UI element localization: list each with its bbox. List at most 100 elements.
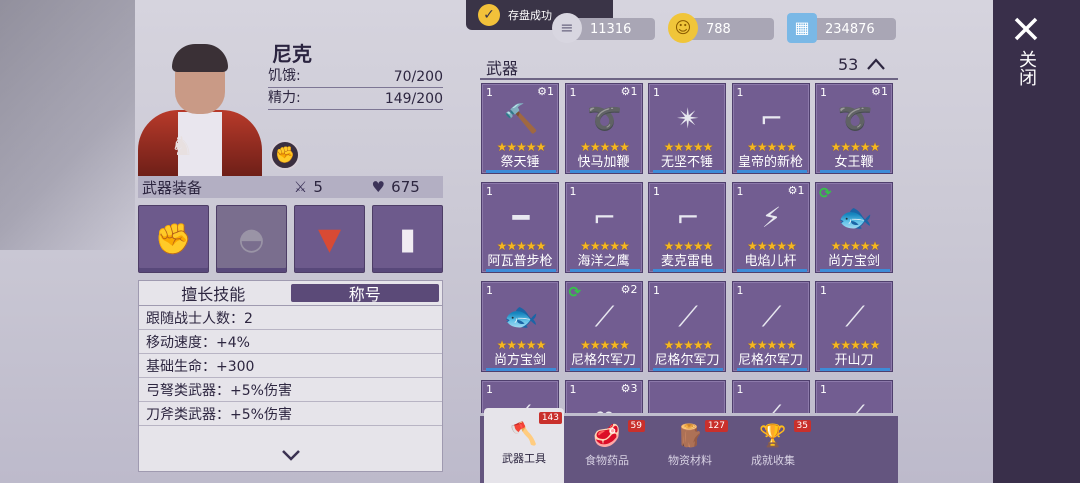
durability-bar [736,368,807,371]
fist-skill-icon[interactable]: ✊ [270,140,300,170]
durability-bar [486,269,556,272]
inventory-item[interactable]: 1 ⚙1 ⚡ ★★★★★ 电焰儿杆 [731,182,810,273]
durability-bar [653,368,723,371]
toast-text: 存盘成功 [508,9,552,22]
kukri-icon: ⟋ [678,300,698,333]
currency-value: 788 [706,21,731,37]
count-badge: 127 [704,420,728,432]
item-name: 女王鞭 [834,155,874,170]
inventory-item[interactable]: ⌄ [648,380,726,413]
item-name: 无坚不锤 [660,155,713,170]
inventory-item[interactable]: 1 ⟋ ★★★★★ 尼格尔军刀 [731,281,810,372]
item-name: 皇帝的新枪 [737,155,803,170]
skill-line: 弓弩类武器：+5%伤害 [139,378,442,402]
equipment-title: 武器装备 [142,178,203,197]
inventory-item[interactable]: 1 ⌐ ★★★★★ 麦克雷电 [648,182,726,273]
item-name: 尼格尔军刀 [654,353,720,368]
item-quantity: 1 [736,284,744,297]
item-quantity: 1 [820,284,827,297]
inventory-item[interactable]: 1 ━ ★★★★★ 阿瓦普步枪 [481,182,559,273]
item-gear-count: 1 [630,85,638,98]
inventory-item[interactable]: ⟳ 🐟 ★★★★★ 尚方宝剑 [815,182,893,273]
tab-label: 物资材料 [668,454,712,467]
inventory-item[interactable]: 1 ⚙3 ∞ [564,380,643,413]
rifle-icon: ━ [512,201,530,234]
item-quantity: 1 [569,86,577,99]
kukri-icon: ⟋ [594,300,615,333]
item-name: 祭天锤 [500,155,540,170]
coat-icon: ▼ [317,221,342,257]
chain-icon: ∞ [576,397,634,413]
inventory-item[interactable]: 1 ⚙1 ➰ ★★★★★ 女王鞭 [815,83,893,174]
skill-line: 基础生命：+300 [139,354,442,378]
gear-icon: ⚙2 [620,283,638,296]
item-quantity: 1 [820,86,827,99]
category-tab[interactable]: 🪓 武器工具 143 [484,408,564,483]
close-label[interactable]: 关闭 [1015,50,1039,86]
durability-bar [653,269,723,272]
inventory-item[interactable]: 1⟋ [731,380,810,413]
equip-slot-coat[interactable]: ▼ [294,205,365,273]
blaster-icon: ⚡ [761,201,782,234]
durability-bar [820,170,890,173]
category-tab[interactable]: 🥩 食物药品 59 [567,416,647,483]
close-icon[interactable] [1013,16,1039,42]
tab-label: 成就收集 [751,454,795,467]
axe-icon: 🪓 [510,422,538,447]
item-name: 电焰儿杆 [744,254,797,269]
item-quantity: 1 [820,383,827,396]
count-badge: 35 [793,420,811,432]
durability-bar [736,269,807,272]
sword-icon: ⚔ [293,178,308,196]
tab-titles[interactable]: 称号 [290,284,439,304]
inventory-item[interactable]: 1 ⌐ ★★★★★ 皇帝的新枪 [731,83,810,174]
equip-slot-cap[interactable]: ◓ [216,205,287,273]
inventory-item[interactable]: 1 ⟋ ★★★★★ 开山刀 [815,281,893,372]
item-quantity: 1 [569,185,577,198]
gear-icon: ⚙3 [620,382,638,395]
item-quantity: 1 [486,284,493,297]
chevron-down-icon: ⌄ [659,397,717,413]
inventory-count: 53 [838,55,859,74]
inventory-item[interactable]: 1 ⌐ ★★★★★ 海洋之鹰 [564,182,643,273]
inventory-item[interactable]: 1 ⚙1 🔨 ★★★★★ 祭天锤 [481,83,559,174]
inventory-item[interactable]: 1 🐟 ★★★★★ 尚方宝剑 [481,281,559,372]
whip-icon: ➰ [837,102,873,135]
item-quantity: 1 [653,86,660,99]
equip-slot-pants[interactable]: ▮ [372,205,443,273]
item-quantity: 1 [486,185,493,198]
inventory-item[interactable]: 1⟋ [815,380,893,413]
item-quantity: 1 [736,383,744,396]
revolver-icon: ⌐ [676,201,700,234]
item-quantity: 1 [653,284,660,297]
health-value: 675 [391,178,420,196]
durability-bar [569,170,640,173]
category-tab[interactable]: 🏆 成就收集 35 [733,416,813,483]
inventory-divider [480,78,898,80]
fish-sword-icon: 🐟 [503,300,539,333]
character-name: 尼克 [272,42,312,66]
inventory-item[interactable]: 1 ⟋ ★★★★★ 尼格尔军刀 [648,281,726,372]
whip-icon: ➰ [587,102,622,135]
tab-skills[interactable]: 擅长技能 [139,281,288,305]
item-gear-count: 1 [547,85,554,98]
inventory-item[interactable]: ⟳ ⚙2 ⟋ ★★★★★ 尼格尔军刀 [564,281,643,372]
equipment-header: 武器装备 ⚔ 5 ♥ 675 [138,176,443,198]
item-gear-count: 1 [881,85,888,98]
item-gear-count: 1 [797,184,805,197]
chevron-up-icon[interactable] [866,56,886,72]
spiked-mace-icon: ✴ [676,102,700,135]
equip-slot-fist[interactable]: ✊ [138,205,209,273]
inventory-item[interactable]: 1 ⚙1 ➰ ★★★★★ 快马加鞭 [564,83,643,174]
cap-icon: ◓ [238,221,265,257]
currency-smiley: ☺ 788 [668,13,774,43]
category-tab[interactable]: 🪵 物资材料 127 [650,416,730,483]
portrait-hair [172,44,228,72]
inventory-item[interactable]: 1 ✴ ★★★★★ 无坚不锤 [648,83,726,174]
chevron-down-icon[interactable] [279,443,303,467]
stat-label: 饥饿: [268,68,301,84]
durability-bar [569,269,640,272]
item-gear-count: 2 [630,283,638,296]
count-badge: 59 [627,420,645,432]
stat-value: 70/200 [393,69,443,85]
